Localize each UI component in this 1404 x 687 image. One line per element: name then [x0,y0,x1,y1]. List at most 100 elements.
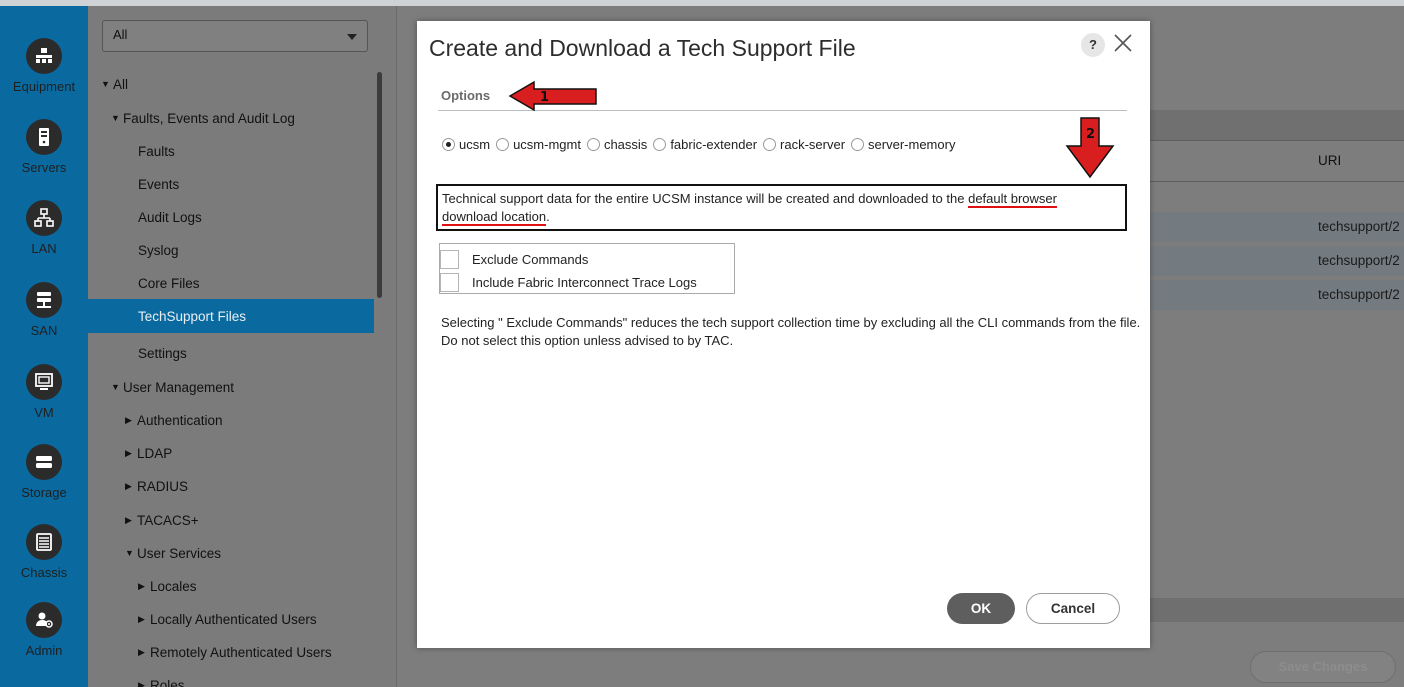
caret-right-icon[interactable]: ▶ [125,515,137,526]
radio-option-server-memory[interactable]: server-memory [851,137,955,152]
radio-label: rack-server [780,137,846,152]
close-icon[interactable] [1111,31,1135,55]
include-trace-logs-option[interactable]: Include Fabric Interconnect Trace Logs [440,270,697,294]
tree-item-label: RADIUS [137,478,189,494]
rail-label: Storage [21,485,67,500]
equipment-icon [26,38,62,74]
tree-item-label: Locally Authenticated Users [150,611,317,627]
tab-options[interactable]: Options [441,88,490,103]
rail-label: Servers [21,160,67,175]
tree-item[interactable]: Syslog [88,233,374,267]
rail-item-storage[interactable]: Storage [0,444,88,500]
annotation-number: 1 [540,90,549,105]
tree-item[interactable]: ▼ Faults, Events and Audit Log [88,101,374,135]
caret-right-icon[interactable]: ▶ [138,680,150,687]
tree-item-label: Locales [150,578,197,594]
tree-item[interactable]: ▼ User Services [88,536,374,570]
uri-cell: techsupport/2 [1318,287,1400,302]
radio-button[interactable] [653,138,667,151]
tree-item-label: Syslog [138,242,179,258]
rail-label: Chassis [20,565,68,580]
uri-cell: techsupport/2 [1318,253,1400,268]
caret-down-icon[interactable]: ▼ [101,79,113,89]
caret-down-icon[interactable]: ▼ [125,548,137,558]
exclude-commands-option[interactable]: Exclude Commands [440,247,588,271]
tree-item[interactable]: ▶ Locales [88,569,374,603]
cancel-button[interactable]: Cancel [1026,593,1120,624]
tree-item[interactable]: ▶ Locally Authenticated Users [88,602,374,636]
caret-right-icon[interactable]: ▶ [138,614,150,625]
tree-item[interactable]: Audit Logs [88,200,374,234]
rail-item-admin[interactable]: Admin [0,602,88,658]
caret-right-icon[interactable]: ▶ [138,581,150,592]
tree-item[interactable]: Faults [88,134,374,168]
caret-right-icon[interactable]: ▶ [125,448,137,459]
description-highlight: default browser [968,191,1057,208]
radio-label: server-memory [868,137,956,152]
table-row[interactable]: techsupport/2 [1150,246,1404,276]
tree-item[interactable]: ▶ LDAP [88,436,374,470]
tree-item[interactable]: ▶ RADIUS [88,469,374,503]
storage-icon [26,444,62,480]
rail-label: LAN [31,241,57,256]
tree-item[interactable]: Core Files [88,266,374,300]
annotation-arrow-down-icon: 2 [1065,117,1115,179]
tree-scrollbar[interactable] [377,72,382,298]
tree-item[interactable]: Events [88,167,374,201]
tree-filter-select[interactable]: All [102,20,368,52]
radio-button[interactable] [442,138,455,151]
tree-item[interactable]: ▼ All [88,67,374,101]
tree-item-label: Core Files [138,275,200,291]
rail-item-vm[interactable]: VM [0,364,88,420]
server-icon [26,119,62,155]
tree-item-label: TACACS+ [137,512,199,528]
rail-item-chassis[interactable]: Chassis [0,524,88,580]
rail-item-san[interactable]: SAN [0,282,88,338]
tree-item-label: User Management [123,379,235,395]
exclude-commands-checkbox[interactable] [440,249,459,269]
radio-button[interactable] [763,138,777,151]
tree-item-label: Faults [138,143,175,159]
radio-button[interactable] [496,138,510,151]
tree-item[interactable]: ▶ Remotely Authenticated Users [88,635,374,669]
radio-option-fabric-extender[interactable]: fabric-extender [653,137,757,152]
annotation-number: 2 [1086,127,1095,142]
table-row[interactable]: techsupport/2 [1150,280,1404,310]
dialog-title: Create and Download a Tech Support File [429,35,856,61]
save-changes-button[interactable]: Save Changes [1250,651,1396,683]
radio-button[interactable] [851,138,865,151]
caret-right-icon[interactable]: ▶ [125,415,137,426]
description-box: Technical support data for the entire UC… [436,184,1127,231]
tree-item[interactable]: Settings [88,336,374,370]
tree-item[interactable]: ▶ Roles [88,668,374,687]
table-row[interactable]: techsupport/2 [1150,212,1404,242]
nav-rail: Equipment Servers LAN SAN VM Storage Cha… [0,6,88,687]
radio-option-chassis[interactable]: chassis [586,137,647,152]
table-footer [1150,598,1404,622]
ok-button[interactable]: OK [947,593,1015,624]
tree-item[interactable]: ▶ TACACS+ [88,503,374,537]
rail-label: SAN [30,323,58,338]
help-icon[interactable]: ? [1081,33,1105,57]
uri-column-header[interactable]: URI [1318,153,1341,168]
admin-icon [26,602,62,638]
tech-support-dialog: Create and Download a Tech Support File … [417,21,1150,648]
caret-down-icon[interactable]: ▼ [111,382,123,392]
rail-label: Admin [25,643,63,658]
rail-item-lan[interactable]: LAN [0,200,88,256]
caret-right-icon[interactable]: ▶ [138,647,150,658]
radio-button[interactable] [586,138,600,151]
caret-down-icon[interactable]: ▼ [111,113,123,123]
rail-item-equipment[interactable]: Equipment [0,38,88,94]
caret-right-icon[interactable]: ▶ [125,481,137,492]
radio-option-rack-server[interactable]: rack-server [763,137,845,152]
rail-item-servers[interactable]: Servers [0,119,88,175]
tree-item-selected[interactable]: TechSupport Files [88,299,374,333]
tree-item-label: User Services [137,545,222,561]
radio-option-ucsm-mgmt[interactable]: ucsm-mgmt [496,137,581,152]
include-trace-logs-checkbox[interactable] [440,272,459,292]
radio-option-ucsm[interactable]: ucsm [442,137,490,152]
lan-icon [26,200,62,236]
tree-item[interactable]: ▼ User Management [88,370,374,404]
tree-item[interactable]: ▶ Authentication [88,403,374,437]
